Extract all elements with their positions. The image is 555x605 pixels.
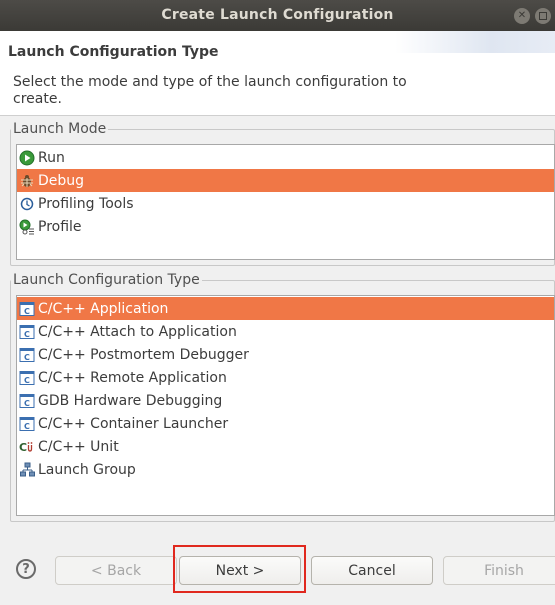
back-button[interactable]: < Back	[55, 556, 177, 585]
c-application-icon: C	[19, 301, 35, 317]
debug-bug-icon	[19, 173, 35, 189]
launch-mode-item-profiling-tools[interactable]: Profiling Tools	[17, 192, 554, 215]
next-button[interactable]: Next >	[179, 556, 301, 585]
cancel-button[interactable]: Cancel	[311, 556, 433, 585]
svg-text:C: C	[24, 422, 30, 431]
c-application-icon: C	[19, 416, 35, 432]
config-type-item-c-application[interactable]: C C/C++ Application	[17, 297, 554, 320]
launch-mode-item-debug[interactable]: Debug	[17, 169, 554, 192]
c-application-icon: C	[19, 393, 35, 409]
maximize-window-icon[interactable]	[535, 8, 551, 24]
svg-text:C: C	[24, 307, 30, 316]
title-bar: Create Launch Configuration ✕	[0, 0, 555, 31]
svg-text:C: C	[19, 441, 27, 454]
c-application-icon: C	[19, 324, 35, 340]
close-window-icon[interactable]: ✕	[514, 8, 530, 24]
launch-config-type-list[interactable]: C C/C++ Application C C/C++ Attach to Ap…	[16, 295, 555, 516]
launch-group-icon	[19, 462, 35, 478]
page-title: Launch Configuration Type	[8, 44, 219, 60]
run-icon	[19, 150, 35, 166]
window-title: Create Launch Configuration	[161, 7, 394, 23]
config-type-item-gdb-hardware[interactable]: C GDB Hardware Debugging	[17, 389, 554, 412]
profile-icon	[19, 219, 35, 235]
svg-text:C: C	[24, 399, 30, 408]
help-icon[interactable]: ?	[16, 559, 36, 579]
config-type-item-c-attach[interactable]: C C/C++ Attach to Application	[17, 320, 554, 343]
c-application-icon: C	[19, 347, 35, 363]
header-banner-graphic	[395, 31, 555, 53]
config-type-item-c-remote[interactable]: C C/C++ Remote Application	[17, 366, 554, 389]
config-type-item-launch-group[interactable]: Launch Group	[17, 458, 554, 481]
config-type-item-c-container[interactable]: C C/C++ Container Launcher	[17, 412, 554, 435]
c-unit-icon: C	[19, 439, 35, 455]
profiling-tools-icon	[19, 196, 35, 212]
svg-text:C: C	[24, 376, 30, 385]
launch-mode-legend: Launch Mode	[13, 121, 107, 137]
wizard-header: Launch Configuration Type Select the mod…	[0, 31, 555, 116]
launch-config-type-legend: Launch Configuration Type	[13, 272, 200, 288]
finish-button[interactable]: Finish	[443, 556, 555, 585]
svg-text:C: C	[24, 330, 30, 339]
page-description: Select the mode and type of the launch c…	[13, 74, 407, 107]
config-type-item-c-postmortem[interactable]: C C/C++ Postmortem Debugger	[17, 343, 554, 366]
svg-text:C: C	[24, 353, 30, 362]
launch-mode-item-run[interactable]: Run	[17, 146, 554, 169]
launch-mode-item-profile[interactable]: Profile	[17, 215, 554, 238]
launch-mode-list[interactable]: Run Debug Profiling Tools Profile	[16, 144, 555, 260]
config-type-item-c-unit[interactable]: C C/C++ Unit	[17, 435, 554, 458]
c-application-icon: C	[19, 370, 35, 386]
